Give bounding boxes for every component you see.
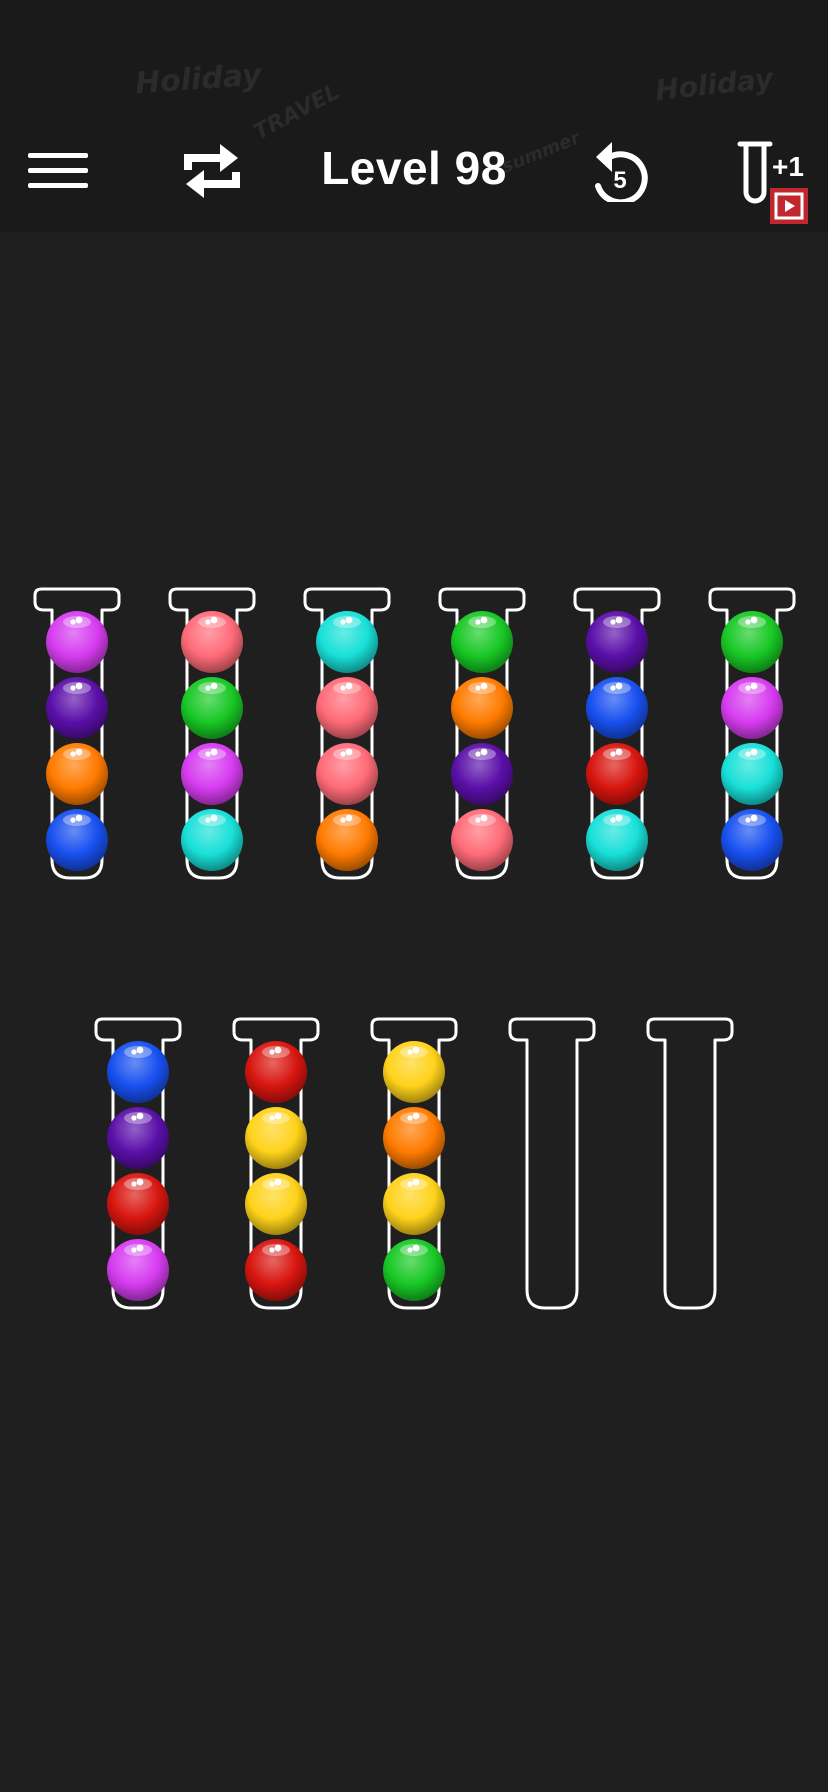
ball-green[interactable]	[181, 677, 243, 739]
ball-green[interactable]	[451, 611, 513, 673]
doodle-text: TRAVEL	[249, 79, 344, 146]
ball-orange[interactable]	[46, 743, 108, 805]
ball-pink[interactable]	[451, 809, 513, 871]
add-tube-label: +1	[772, 151, 804, 182]
ball-magenta[interactable]	[181, 743, 243, 805]
tube-1-2[interactable]	[165, 586, 259, 882]
ball-cyan[interactable]	[586, 809, 648, 871]
tube-1-5[interactable]	[570, 586, 664, 882]
ball-violet[interactable]	[451, 743, 513, 805]
ball-pink[interactable]	[181, 611, 243, 673]
add-tube-button[interactable]: +1	[736, 140, 810, 228]
ball-violet[interactable]	[586, 611, 648, 673]
ball-red[interactable]	[586, 743, 648, 805]
ball-violet[interactable]	[46, 677, 108, 739]
ball-blue[interactable]	[46, 809, 108, 871]
ball-magenta[interactable]	[721, 677, 783, 739]
ball-pink[interactable]	[316, 743, 378, 805]
ball-orange[interactable]	[451, 677, 513, 739]
ball-red[interactable]	[107, 1173, 169, 1235]
tube-1-6[interactable]	[705, 586, 799, 882]
ball-yellow[interactable]	[245, 1107, 307, 1169]
ball-red[interactable]	[245, 1041, 307, 1103]
undo-button[interactable]: 5	[588, 138, 648, 206]
ball-blue[interactable]	[721, 809, 783, 871]
level-number: 98	[454, 142, 507, 194]
doodle-text: Holiday	[133, 57, 263, 102]
tube-2-4[interactable]	[505, 1016, 599, 1312]
ball-green[interactable]	[383, 1239, 445, 1301]
level-prefix: Level	[321, 142, 442, 194]
level-title: Level 98	[0, 140, 828, 196]
ball-violet[interactable]	[107, 1107, 169, 1169]
ball-yellow[interactable]	[383, 1041, 445, 1103]
tube-2-3[interactable]	[367, 1016, 461, 1312]
tube-2-2[interactable]	[229, 1016, 323, 1312]
undo-count: 5	[613, 167, 626, 194]
ball-cyan[interactable]	[316, 611, 378, 673]
tube-outline	[508, 1017, 596, 1310]
ball-orange[interactable]	[383, 1107, 445, 1169]
tube-1-4[interactable]	[435, 586, 529, 882]
game-screen: Holiday Holiday TRAVEL summer Level 98 5…	[0, 0, 828, 1792]
ball-blue[interactable]	[586, 677, 648, 739]
ball-yellow[interactable]	[383, 1173, 445, 1235]
undo-icon: 5	[595, 142, 648, 206]
ball-green[interactable]	[721, 611, 783, 673]
doodle-text: Holiday	[653, 61, 775, 108]
tube-1-1[interactable]	[30, 586, 124, 882]
top-bar: Holiday Holiday TRAVEL summer Level 98 5…	[0, 0, 828, 232]
ball-yellow[interactable]	[245, 1173, 307, 1235]
tube-1-3[interactable]	[300, 586, 394, 882]
tube-outline	[646, 1017, 734, 1310]
ball-orange[interactable]	[316, 809, 378, 871]
ball-red[interactable]	[245, 1239, 307, 1301]
tube-2-1[interactable]	[91, 1016, 185, 1312]
ball-pink[interactable]	[316, 677, 378, 739]
ball-blue[interactable]	[107, 1041, 169, 1103]
ball-magenta[interactable]	[46, 611, 108, 673]
add-tube-icon: +1	[737, 141, 808, 224]
video-play-icon	[770, 188, 808, 224]
ball-magenta[interactable]	[107, 1239, 169, 1301]
ball-cyan[interactable]	[721, 743, 783, 805]
ball-cyan[interactable]	[181, 809, 243, 871]
tube-2-5[interactable]	[643, 1016, 737, 1312]
